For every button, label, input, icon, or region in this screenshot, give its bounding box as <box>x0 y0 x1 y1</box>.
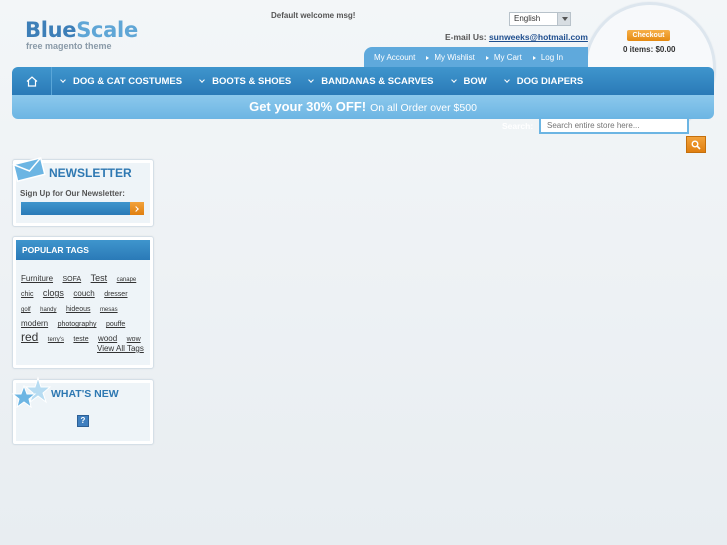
tag-link[interactable]: terry's <box>48 337 64 343</box>
tag-link[interactable]: wood <box>98 334 117 343</box>
nav-item-dog-diapers[interactable]: DOG DIAPERS <box>496 67 593 95</box>
star-icon <box>12 376 52 409</box>
tag-link[interactable]: Test <box>91 273 108 283</box>
newsletter-subscribe-button[interactable] <box>130 202 144 215</box>
popular-tags-title: POPULAR TAGS <box>16 240 150 260</box>
tag-link[interactable]: couch <box>73 289 94 298</box>
chevron-down-icon <box>308 76 315 83</box>
newsletter-title: NEWSLETTER <box>49 166 132 180</box>
log-in-link[interactable]: Log In <box>532 53 564 62</box>
nav-item-label: DOG DIAPERS <box>516 75 584 87</box>
nav-item-label: BANDANAS & SCARVES <box>321 75 434 87</box>
tag-link[interactable]: SOFA <box>62 276 81 283</box>
arrow-right-icon <box>426 55 430 60</box>
language-select[interactable]: English <box>509 12 571 26</box>
nav-item-label: BOOTS & SHOES <box>212 75 292 87</box>
view-all-tags-link[interactable]: View All Tags <box>97 344 144 353</box>
tag-link[interactable]: golf <box>21 307 31 313</box>
my-account-link[interactable]: My Account <box>374 53 415 62</box>
logo-blue-text: Blue <box>25 18 77 42</box>
main-navigation: DOG & CAT COSTUMES BOOTS & SHOES BANDANA… <box>12 67 714 95</box>
logo-scale-text: Scale <box>76 18 138 42</box>
tag-link[interactable]: pouffe <box>106 321 125 328</box>
email-link[interactable]: sunweeks@hotmail.com <box>489 32 588 42</box>
log-in-label: Log In <box>540 53 564 62</box>
nav-item-label: BOW <box>463 75 487 87</box>
chevron-down-icon <box>450 76 457 83</box>
promo-headline: Get your 30% OFF! <box>249 99 367 114</box>
newsletter-label: Sign Up for Our Newsletter: <box>20 189 125 198</box>
my-cart-link[interactable]: My Cart <box>485 53 522 62</box>
chevron-down-icon <box>60 76 66 83</box>
email-label: E-mail Us: <box>445 32 487 42</box>
my-wishlist-link[interactable]: My Wishlist <box>426 53 475 62</box>
tag-link[interactable]: dresser <box>104 291 127 298</box>
arrow-right-icon <box>532 55 536 60</box>
search-icon <box>691 140 701 150</box>
logo[interactable]: BlueScale <box>25 18 138 42</box>
account-links-bar: My Account My Wishlist My Cart Log In <box>364 47 588 68</box>
nav-item-label: DOG & CAT COSTUMES <box>73 75 183 87</box>
search-input[interactable] <box>539 117 689 134</box>
chevron-right-icon <box>133 205 139 212</box>
my-account-label: My Account <box>374 53 416 62</box>
tag-link[interactable]: red <box>21 330 38 344</box>
tag-link[interactable]: photography <box>58 321 97 328</box>
my-wishlist-label: My Wishlist <box>434 53 475 62</box>
chevron-down-icon <box>503 76 510 83</box>
promo-banner: Get your 30% OFF! On all Order over $500 <box>12 95 714 119</box>
product-image-placeholder[interactable]: ? <box>77 415 89 427</box>
arrow-right-icon <box>485 55 489 60</box>
tags-cloud: Furniture SOFA Test canape chic clogs co… <box>21 271 147 346</box>
tag-link[interactable]: Furniture <box>21 274 53 283</box>
tag-link[interactable]: modern <box>21 319 48 328</box>
chevron-down-icon <box>199 76 205 83</box>
logo-tagline: free magento theme <box>26 41 112 51</box>
nav-item-boots-shoes[interactable]: BOOTS & SHOES <box>191 67 300 95</box>
email-us: E-mail Us: sunweeks@hotmail.com <box>445 32 588 42</box>
tag-link[interactable]: clogs <box>43 288 64 298</box>
envelope-icon <box>12 156 46 182</box>
home-icon <box>26 75 37 87</box>
search-button[interactable] <box>686 136 706 153</box>
whats-new-title: WHAT'S NEW <box>51 388 119 400</box>
tag-link[interactable]: wow <box>127 336 141 343</box>
nav-item-bandanas-scarves[interactable]: BANDANAS & SCARVES <box>300 67 442 95</box>
tag-link[interactable]: teste <box>73 336 88 343</box>
nav-item-dog-cat-costumes[interactable]: DOG & CAT COSTUMES <box>52 67 191 95</box>
checkout-button[interactable]: Checkout <box>627 30 670 41</box>
tag-link[interactable]: mesas <box>100 307 118 313</box>
my-cart-label: My Cart <box>493 53 522 62</box>
newsletter-email-input[interactable] <box>21 202 131 215</box>
cart-items-summary[interactable]: 0 items: $0.00 <box>623 45 675 54</box>
tag-link[interactable]: canape <box>117 277 137 283</box>
welcome-message: Default welcome msg! <box>271 11 356 20</box>
search-label: Search: <box>502 121 534 131</box>
nav-item-bow[interactable]: BOW <box>443 67 496 95</box>
tag-link[interactable]: handy <box>40 307 56 313</box>
chevron-down-icon[interactable] <box>557 13 570 25</box>
tag-link[interactable]: chic <box>21 291 33 298</box>
language-selected: English <box>514 14 541 23</box>
promo-subline: On all Order over $500 <box>370 102 477 114</box>
tag-link[interactable]: hideous <box>66 306 91 313</box>
home-button[interactable] <box>12 67 52 95</box>
